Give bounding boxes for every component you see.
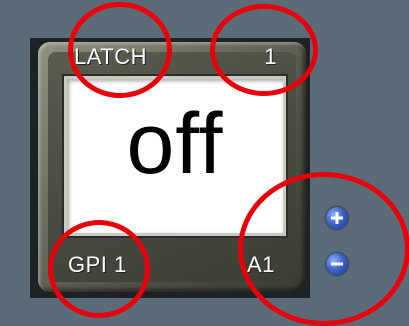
annotation-circle-address-controls <box>238 172 409 326</box>
annotation-circle-channel <box>210 4 318 96</box>
state-value: off <box>126 96 224 192</box>
annotation-circle-gpi <box>48 220 150 318</box>
annotation-circle-mode <box>68 2 172 98</box>
